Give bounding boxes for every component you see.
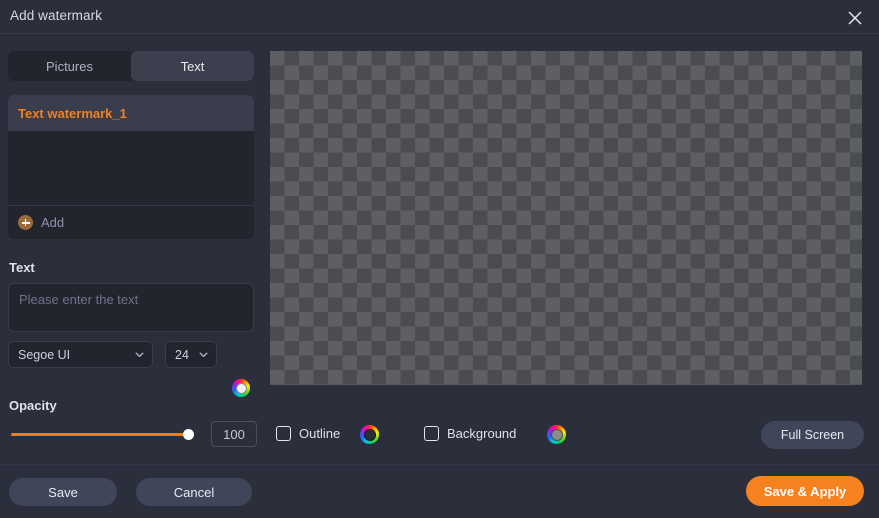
list-item[interactable]: Text watermark_1	[8, 95, 254, 131]
text-section-label: Text	[9, 260, 35, 275]
opacity-label: Opacity	[9, 398, 57, 413]
outline-checkbox[interactable]	[276, 426, 291, 441]
chevron-down-icon	[135, 352, 144, 358]
add-watermark-dialog: Add watermark Pictures Text Text waterma…	[0, 0, 879, 518]
font-family-select[interactable]: Segoe UI	[8, 341, 153, 368]
chevron-down-icon	[199, 352, 208, 358]
save-and-apply-button[interactable]: Save & Apply	[746, 476, 864, 506]
tab-pictures[interactable]: Pictures	[8, 51, 131, 81]
outline-checkbox-row[interactable]: Outline	[276, 426, 340, 441]
opacity-value-input[interactable]	[211, 421, 257, 447]
save-button[interactable]: Save	[9, 478, 117, 506]
background-color-wheel-icon[interactable]	[547, 425, 566, 444]
watermark-type-tabs: Pictures Text	[8, 51, 254, 81]
outline-color-swatch	[363, 428, 376, 441]
opacity-slider-track	[11, 433, 189, 436]
background-color-swatch	[550, 428, 563, 441]
text-color-swatch	[235, 382, 247, 394]
cancel-button[interactable]: Cancel	[136, 478, 252, 506]
font-size-value: 24	[175, 347, 189, 362]
text-color-wheel-icon[interactable]	[232, 379, 250, 397]
background-checkbox[interactable]	[424, 426, 439, 441]
title-bar: Add watermark	[0, 0, 879, 34]
window-title: Add watermark	[10, 8, 103, 23]
watermark-list: Text watermark_1 Add	[8, 95, 254, 239]
opacity-slider[interactable]	[11, 427, 194, 441]
watermark-text-input[interactable]	[8, 283, 254, 332]
opacity-slider-knob[interactable]	[183, 429, 194, 440]
add-watermark-button[interactable]: Add	[8, 205, 254, 239]
outline-label: Outline	[299, 426, 341, 441]
close-glyph	[848, 11, 862, 25]
dialog-footer: Save Cancel Save & Apply	[0, 464, 879, 518]
add-label: Add	[41, 215, 65, 230]
full-screen-button[interactable]: Full Screen	[761, 421, 864, 449]
background-checkbox-row[interactable]: Background	[424, 426, 516, 441]
tab-text[interactable]: Text	[131, 51, 254, 81]
plus-circle-icon	[18, 215, 33, 230]
outline-color-wheel-icon[interactable]	[360, 425, 379, 444]
watermark-preview-canvas[interactable]	[270, 51, 862, 385]
font-family-value: Segoe UI	[18, 347, 71, 362]
background-label: Background	[447, 426, 517, 441]
font-size-select[interactable]: 24	[165, 341, 217, 368]
close-icon[interactable]	[835, 2, 875, 32]
